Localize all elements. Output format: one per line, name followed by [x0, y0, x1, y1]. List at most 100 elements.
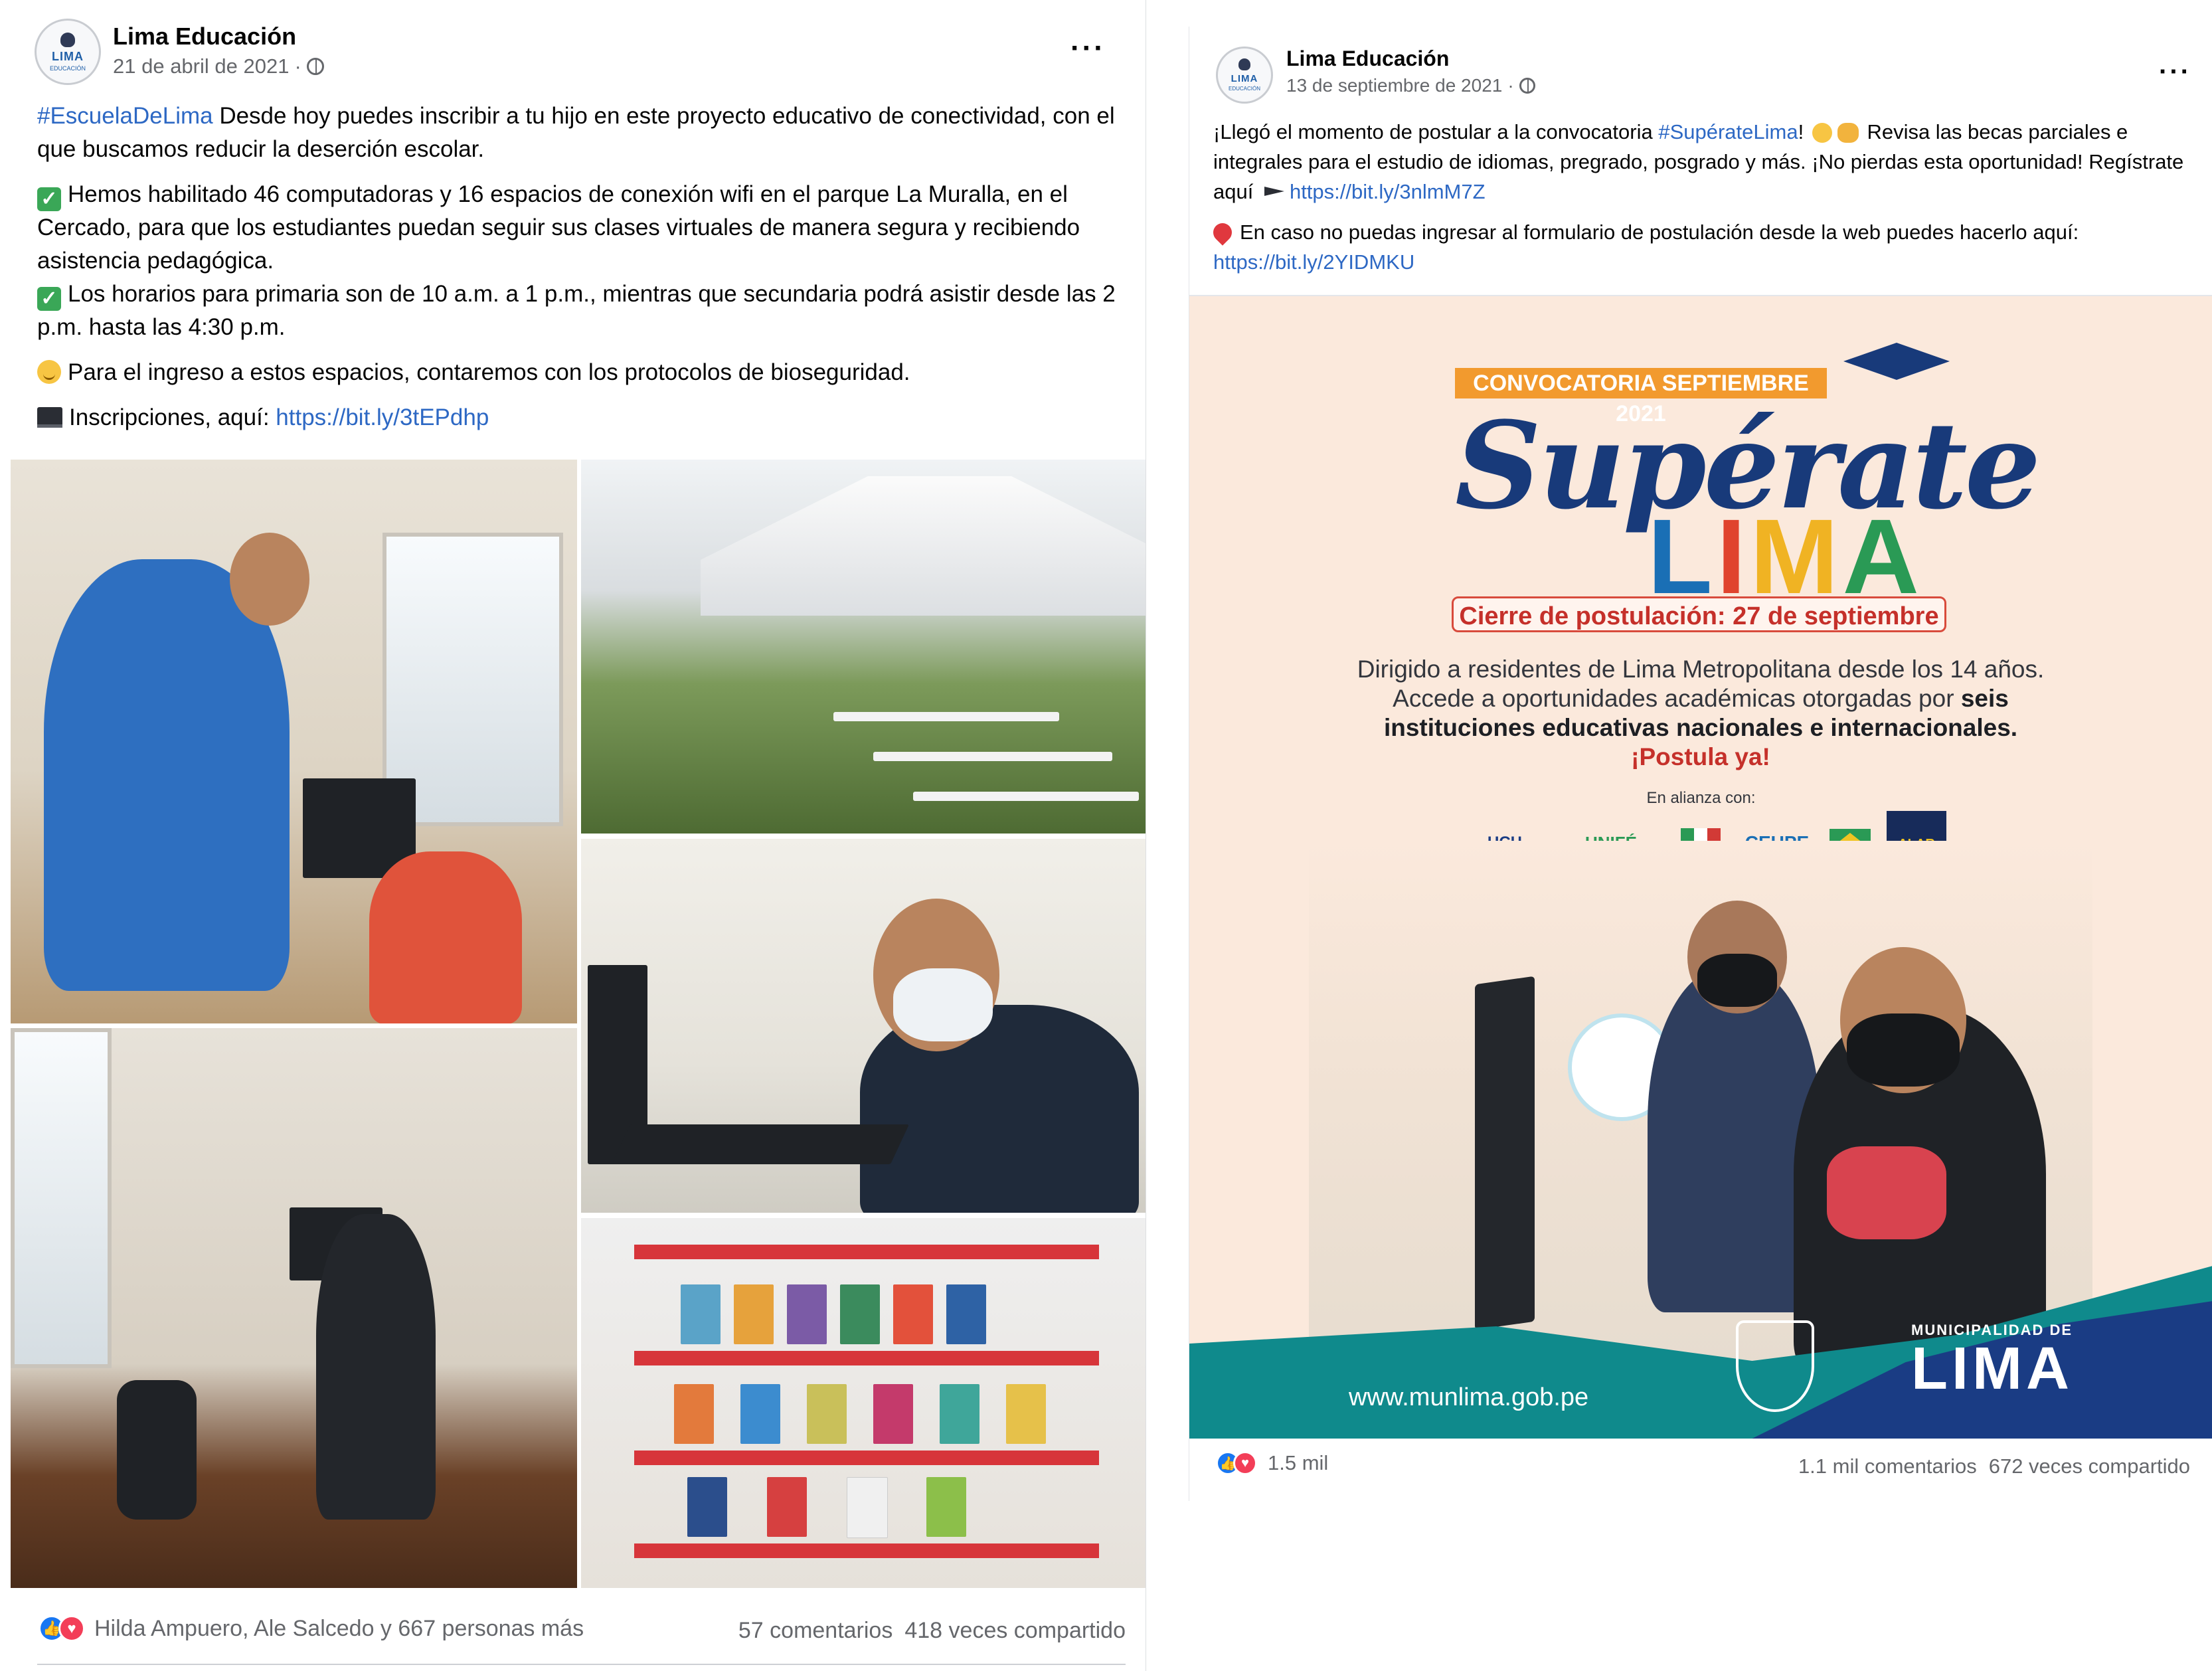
post-date[interactable]: 13 de septiembre de 2021 — [1286, 75, 1502, 96]
book — [946, 1284, 986, 1344]
photo-instructor-helping-student[interactable] — [11, 460, 577, 1023]
pushpin-icon — [1209, 219, 1236, 246]
pointing-right-icon — [1264, 187, 1284, 196]
post-superate-lima: LIMA EDUCACIÓN Lima Educación 13 de sept… — [1189, 27, 2212, 1501]
comments-count[interactable]: 1.1 mil comentarios — [1798, 1454, 1977, 1478]
shares-count[interactable]: 672 veces compartido — [1989, 1454, 2190, 1478]
postula-ya: ¡Postula ya! — [1631, 743, 1770, 770]
avatar-text: LIMA — [1231, 73, 1258, 84]
face-mask — [1847, 1013, 1960, 1087]
website-url: www.munlima.gob.pe — [1349, 1383, 1589, 1411]
crest-icon — [1238, 58, 1250, 70]
separator: · — [1507, 75, 1514, 96]
comments-count[interactable]: 57 comentarios — [738, 1618, 893, 1644]
shares-count[interactable]: 418 veces compartido — [904, 1618, 1126, 1644]
description-line-1: Dirigido a residentes de Lima Metropolit… — [1357, 656, 2045, 683]
reactions-text: Hilda Ampuero, Ale Salcedo y 667 persona… — [94, 1615, 584, 1641]
book — [847, 1477, 888, 1538]
poster-superate-lima[interactable]: CONVOCATORIA SEPTIEMBRE 2021 Supérate LI… — [1189, 296, 2212, 1439]
convocatoria-banner: CONVOCATORIA SEPTIEMBRE 2021 — [1455, 368, 1827, 426]
alternate-form-link[interactable]: https://bit.ly/2YIDMKU — [1213, 250, 1414, 274]
book — [681, 1284, 721, 1344]
municipality-name: LIMA — [1911, 1336, 2073, 1402]
student-figure — [369, 851, 522, 1023]
photo-student-at-desk[interactable] — [11, 1028, 577, 1588]
instructor-figure — [44, 559, 290, 991]
book — [893, 1284, 933, 1344]
book — [740, 1384, 780, 1444]
registration-link[interactable]: https://bit.ly/3tEPdhp — [276, 404, 489, 430]
laptop-icon — [37, 407, 62, 428]
alianza-label: En alianza con: — [1646, 789, 1756, 807]
shelf — [634, 1351, 1099, 1365]
poster-description: Dirigido a residentes de Lima Metropolit… — [1269, 655, 2132, 772]
table — [913, 792, 1139, 801]
grinning-face-icon — [1812, 123, 1832, 143]
table — [833, 712, 1059, 721]
page-name[interactable]: Lima Educación — [1286, 46, 1535, 71]
student-figure — [316, 1214, 436, 1520]
more-options-button[interactable]: ··· — [1070, 32, 1106, 65]
keyboard — [612, 1124, 909, 1164]
love-icon: ♥ — [1233, 1451, 1257, 1475]
table — [873, 752, 1112, 761]
photo-bookshelf[interactable] — [581, 1218, 1146, 1588]
book — [787, 1284, 827, 1344]
paragraph-1-text-a: ¡Llegó el momento de postular a la convo… — [1213, 120, 1659, 143]
love-icon: ♥ — [58, 1615, 85, 1642]
avatar-subtext: EDUCACIÓN — [49, 64, 86, 72]
registration-link[interactable]: https://bit.ly/3nlmM7Z — [1290, 180, 1486, 203]
book — [940, 1384, 979, 1444]
check-icon: ✓ — [37, 187, 61, 211]
tent — [701, 476, 1146, 616]
page-avatar[interactable]: LIMA EDUCACIÓN — [35, 19, 101, 85]
post-escuela-de-lima: LIMA EDUCACIÓN Lima Educación 21 de abri… — [8, 0, 1146, 1671]
paragraph-1: ¡Llegó el momento de postular a la convo… — [1213, 117, 2196, 207]
shelf — [634, 1245, 1099, 1259]
divider — [37, 1664, 1126, 1665]
book — [873, 1384, 913, 1444]
deadline-badge: Cierre de postulación: 27 de septiembre — [1452, 596, 1946, 632]
raising-hands-icon — [1837, 123, 1859, 143]
engagement-counts: 57 comentarios 418 veces compartido — [738, 1618, 1126, 1644]
photo-student-with-headset[interactable] — [581, 839, 1146, 1213]
page-name[interactable]: Lima Educación — [113, 23, 324, 50]
book — [767, 1477, 807, 1537]
photo-outdoor-tent-study-area[interactable] — [581, 460, 1146, 834]
book — [807, 1384, 847, 1444]
check-icon: ✓ — [37, 287, 61, 311]
face-mask — [893, 968, 993, 1041]
paragraph-5: Inscripciones, aquí: https://bit.ly/3tEP… — [37, 401, 1126, 434]
book — [1006, 1384, 1046, 1444]
book — [840, 1284, 880, 1344]
post-date[interactable]: 21 de abril de 2021 — [113, 54, 289, 78]
description-line-2b: seis — [1960, 685, 2009, 712]
paragraph-2-text: Hemos habilitado 46 computadoras y 16 es… — [37, 181, 1080, 274]
globe-icon — [1519, 78, 1535, 94]
face-mask — [1697, 954, 1777, 1007]
municipality-logo: MUNICIPALIDAD DE LIMA — [1911, 1322, 2073, 1399]
reactions-summary[interactable]: 👍 ♥ 1.5 mil — [1216, 1451, 1328, 1475]
book — [734, 1284, 774, 1344]
paragraph-1-text-b: ! — [1798, 120, 1810, 143]
description-line-2a: Accede a oportunidades académicas otorga… — [1393, 685, 1961, 712]
crest-icon — [60, 32, 75, 47]
avatar-subtext: EDUCACIÓN — [1228, 86, 1260, 92]
shelf — [634, 1451, 1099, 1465]
post-header: LIMA EDUCACIÓN Lima Educación 21 de abri… — [35, 19, 324, 85]
more-options-button[interactable]: ··· — [2159, 57, 2191, 87]
graduation-cap-icon — [1843, 343, 1950, 380]
avatar-text: LIMA — [52, 49, 84, 63]
book — [926, 1477, 966, 1537]
reactions-summary[interactable]: 👍 ♥ Hilda Ampuero, Ale Salcedo y 667 per… — [39, 1615, 584, 1642]
description-line-2: Accede a oportunidades académicas otorga… — [1269, 684, 2132, 713]
paragraph-4-text: Para el ingreso a estos espacios, contar… — [68, 359, 910, 385]
book — [687, 1477, 727, 1537]
page-avatar[interactable]: LIMA EDUCACIÓN — [1216, 46, 1273, 104]
hashtag-link[interactable]: #EscuelaDeLima — [37, 103, 213, 129]
photo-students-at-computer — [1309, 841, 2092, 1379]
backpack — [117, 1380, 197, 1520]
hashtag-link[interactable]: #SupérateLima — [1658, 120, 1798, 143]
reactions-count: 1.5 mil — [1268, 1451, 1329, 1474]
red-shirt — [1827, 1146, 1946, 1239]
